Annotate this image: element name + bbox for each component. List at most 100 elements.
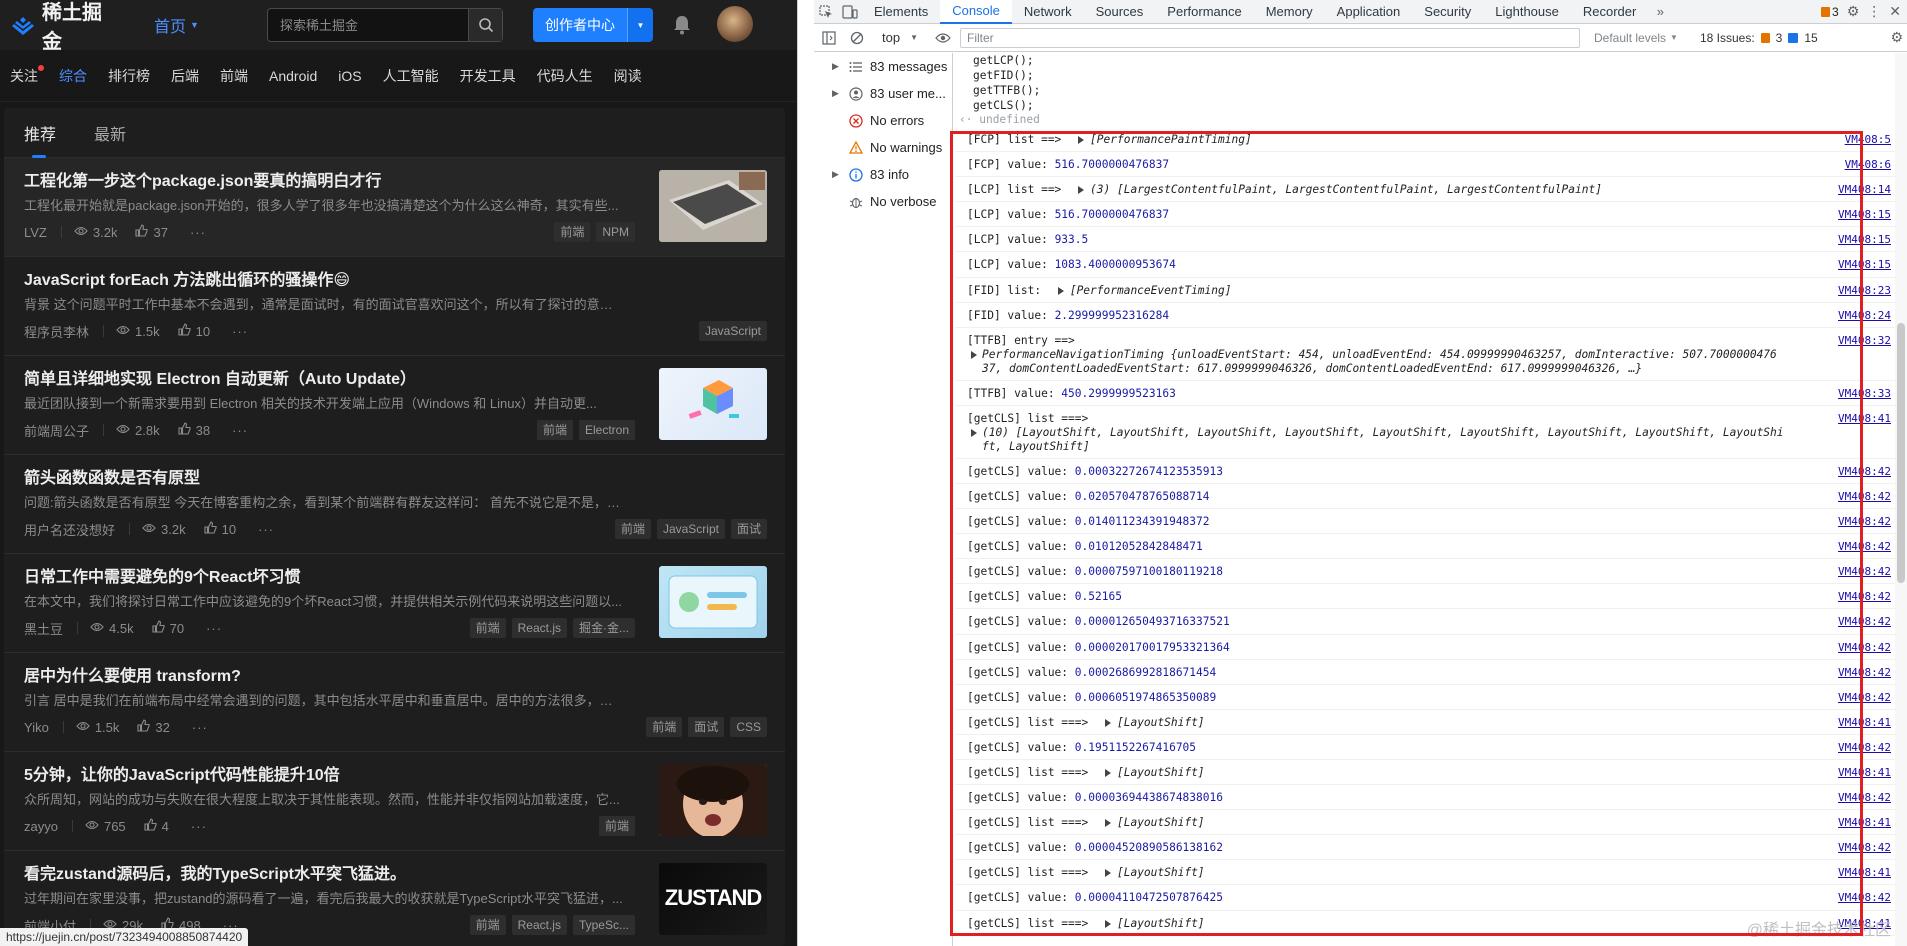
expand-triangle-icon[interactable] bbox=[1104, 718, 1111, 727]
clear-console-icon[interactable] bbox=[846, 27, 868, 49]
tab-lighthouse[interactable]: Lighthouse bbox=[1483, 0, 1571, 24]
article-tag[interactable]: JavaScript bbox=[698, 321, 767, 341]
article-tag[interactable]: 面试 bbox=[688, 717, 725, 737]
console-scrollbar[interactable] bbox=[1895, 53, 1907, 946]
source-link[interactable]: VM408:42 bbox=[1838, 891, 1891, 905]
log-object[interactable]: [LayoutShift] bbox=[1117, 816, 1205, 829]
tab-recorder[interactable]: Recorder bbox=[1571, 0, 1648, 24]
expand-triangle-icon[interactable] bbox=[1104, 819, 1111, 828]
source-link[interactable]: VM408:14 bbox=[1838, 183, 1891, 197]
tab-sources[interactable]: Sources bbox=[1084, 0, 1156, 24]
pane-divider[interactable] bbox=[797, 0, 813, 946]
expand-triangle-icon[interactable] bbox=[1078, 136, 1085, 144]
article-tag[interactable]: CSS bbox=[730, 717, 767, 737]
category-ranking[interactable]: 排行榜 bbox=[108, 66, 150, 86]
article-author[interactable]: zayyo bbox=[24, 819, 58, 834]
kebab-menu-icon[interactable]: ⋮ bbox=[1867, 3, 1881, 20]
tab-application[interactable]: Application bbox=[1325, 0, 1413, 24]
article-tag[interactable]: Electron bbox=[578, 420, 635, 440]
category-backend[interactable]: 后端 bbox=[171, 66, 199, 86]
article-item[interactable]: 5分钟，让你的JavaScript代码性能提升10倍 众所周知，网站的成功与失败在… bbox=[4, 752, 785, 851]
article-author[interactable]: 程序员李林 bbox=[24, 322, 89, 341]
source-link[interactable]: VM408:15 bbox=[1838, 258, 1891, 272]
sidebar-item-user[interactable]: ▶ 83 user me... bbox=[814, 80, 952, 107]
article-author[interactable]: 用户名还没想好 bbox=[24, 520, 115, 539]
article-tag[interactable]: 前端 bbox=[614, 519, 651, 539]
sidebar-item-info[interactable]: ▶ 83 info bbox=[814, 161, 952, 188]
log-object-preview[interactable]: PerformanceNavigationTiming {unloadEvent… bbox=[967, 348, 1907, 362]
like-count[interactable]: 37 bbox=[135, 224, 168, 240]
article-author[interactable]: LVZ bbox=[24, 225, 47, 240]
settings-gear-icon[interactable]: ⚙ bbox=[1847, 3, 1860, 20]
expand-triangle-icon[interactable] bbox=[971, 350, 977, 359]
source-link[interactable]: VM408:41 bbox=[1838, 766, 1891, 780]
category-comprehensive[interactable]: 综合 bbox=[59, 66, 87, 86]
sidebar-item-list[interactable]: ▶ 83 messages bbox=[814, 53, 952, 80]
article-tag[interactable]: NPM bbox=[596, 222, 635, 242]
article-tag[interactable]: JavaScript bbox=[656, 519, 725, 539]
like-count[interactable]: 32 bbox=[137, 719, 170, 735]
source-link[interactable]: VM408:42 bbox=[1838, 515, 1891, 529]
sidebar-item-bug[interactable]: No verbose bbox=[814, 188, 952, 215]
log-object[interactable]: [PerformancePaintTiming] bbox=[1090, 133, 1252, 146]
more-options-icon[interactable]: ··· bbox=[232, 423, 248, 438]
source-link[interactable]: VM408:42 bbox=[1838, 465, 1891, 479]
expand-triangle-icon[interactable] bbox=[1078, 186, 1085, 195]
article-tag[interactable]: 前端 bbox=[536, 420, 573, 440]
article-item[interactable]: 日常工作中需要避免的9个React坏习惯 在本文中，我们将探讨日常工作中应该避免的… bbox=[4, 554, 785, 653]
tab-performance[interactable]: Performance bbox=[1155, 0, 1253, 24]
article-author[interactable]: 黑土豆 bbox=[24, 619, 63, 638]
source-link[interactable]: VM408:15 bbox=[1838, 208, 1891, 222]
article-title[interactable]: 5分钟，让你的JavaScript代码性能提升10倍 bbox=[24, 764, 628, 788]
article-tag[interactable]: 掘金·金... bbox=[573, 618, 635, 638]
category-frontend[interactable]: 前端 bbox=[220, 66, 248, 86]
source-link[interactable]: VM408:15 bbox=[1838, 233, 1891, 247]
category-devtools[interactable]: 开发工具 bbox=[460, 66, 516, 86]
console-settings-gear-icon[interactable]: ⚙ bbox=[1890, 29, 1903, 46]
source-link[interactable]: VM408:41 bbox=[1838, 412, 1891, 426]
log-object[interactable]: [LayoutShift] bbox=[1117, 866, 1205, 879]
more-options-icon[interactable]: ··· bbox=[190, 225, 206, 240]
tab-security[interactable]: Security bbox=[1412, 0, 1483, 24]
log-object[interactable]: [PerformanceEventTiming] bbox=[1070, 284, 1232, 297]
source-link[interactable]: VM408:41 bbox=[1838, 716, 1891, 730]
article-item[interactable]: JavaScript forEach 方法跳出循环的骚操作😄 背景 这个问题平时工… bbox=[4, 257, 785, 356]
source-link[interactable]: VM408:23 bbox=[1838, 284, 1891, 298]
juejin-logo[interactable]: 稀土掘金 bbox=[10, 0, 120, 54]
article-title[interactable]: 日常工作中需要避免的9个React坏习惯 bbox=[24, 566, 628, 590]
source-link[interactable]: VM408:32 bbox=[1838, 334, 1891, 348]
tab-console[interactable]: Console bbox=[940, 0, 1012, 24]
log-object[interactable]: [LayoutShift] bbox=[1117, 766, 1205, 779]
article-tag[interactable]: 前端 bbox=[598, 816, 635, 836]
device-toolbar-icon[interactable] bbox=[838, 0, 862, 24]
tab-latest[interactable]: 最新 bbox=[94, 108, 126, 158]
tab-recommended[interactable]: 推荐 bbox=[24, 108, 56, 158]
tab-elements[interactable]: Elements bbox=[862, 0, 940, 24]
source-link[interactable]: VM408:41 bbox=[1838, 866, 1891, 880]
category-reading[interactable]: 阅读 bbox=[614, 66, 642, 86]
article-item[interactable]: 工程化第一步这个package.json要真的搞明白才行 工程化最开始就是pack… bbox=[4, 158, 785, 257]
expand-triangle-icon[interactable] bbox=[1057, 286, 1064, 295]
source-link[interactable]: VM408:6 bbox=[1845, 158, 1891, 172]
article-tag[interactable]: 前端 bbox=[646, 717, 683, 737]
creator-center-button[interactable]: 创作者中心 bbox=[533, 8, 627, 42]
source-link[interactable]: VM408:42 bbox=[1838, 590, 1891, 604]
log-object[interactable]: (3) [LargestContentfulPaint, LargestCont… bbox=[1090, 183, 1602, 196]
source-link[interactable]: VM408:42 bbox=[1838, 615, 1891, 629]
scrollbar-thumb[interactable] bbox=[1897, 323, 1905, 583]
notification-bell-icon[interactable] bbox=[672, 14, 692, 41]
source-link[interactable]: VM408:42 bbox=[1838, 691, 1891, 705]
category-ios[interactable]: iOS bbox=[338, 68, 361, 84]
article-thumbnail[interactable] bbox=[659, 566, 767, 638]
search-input[interactable] bbox=[268, 9, 468, 41]
article-thumbnail[interactable]: ZUSTAND bbox=[659, 863, 767, 935]
article-item[interactable]: 箭头函数函数是否有原型 问题:箭头函数是否有原型 今天在博客重构之余，看到某个前端… bbox=[4, 455, 785, 554]
article-tag[interactable]: React.js bbox=[511, 915, 567, 935]
home-nav-dropdown[interactable]: 首页 ▼ bbox=[154, 13, 199, 37]
log-levels-dropdown[interactable]: Default levels ▼ bbox=[1594, 31, 1678, 45]
more-options-icon[interactable]: ··· bbox=[191, 819, 207, 834]
article-title[interactable]: 箭头函数函数是否有原型 bbox=[24, 467, 624, 491]
source-link[interactable]: VM408:42 bbox=[1838, 741, 1891, 755]
article-author[interactable]: 前端周公子 bbox=[24, 421, 89, 440]
category-code-life[interactable]: 代码人生 bbox=[537, 66, 593, 86]
